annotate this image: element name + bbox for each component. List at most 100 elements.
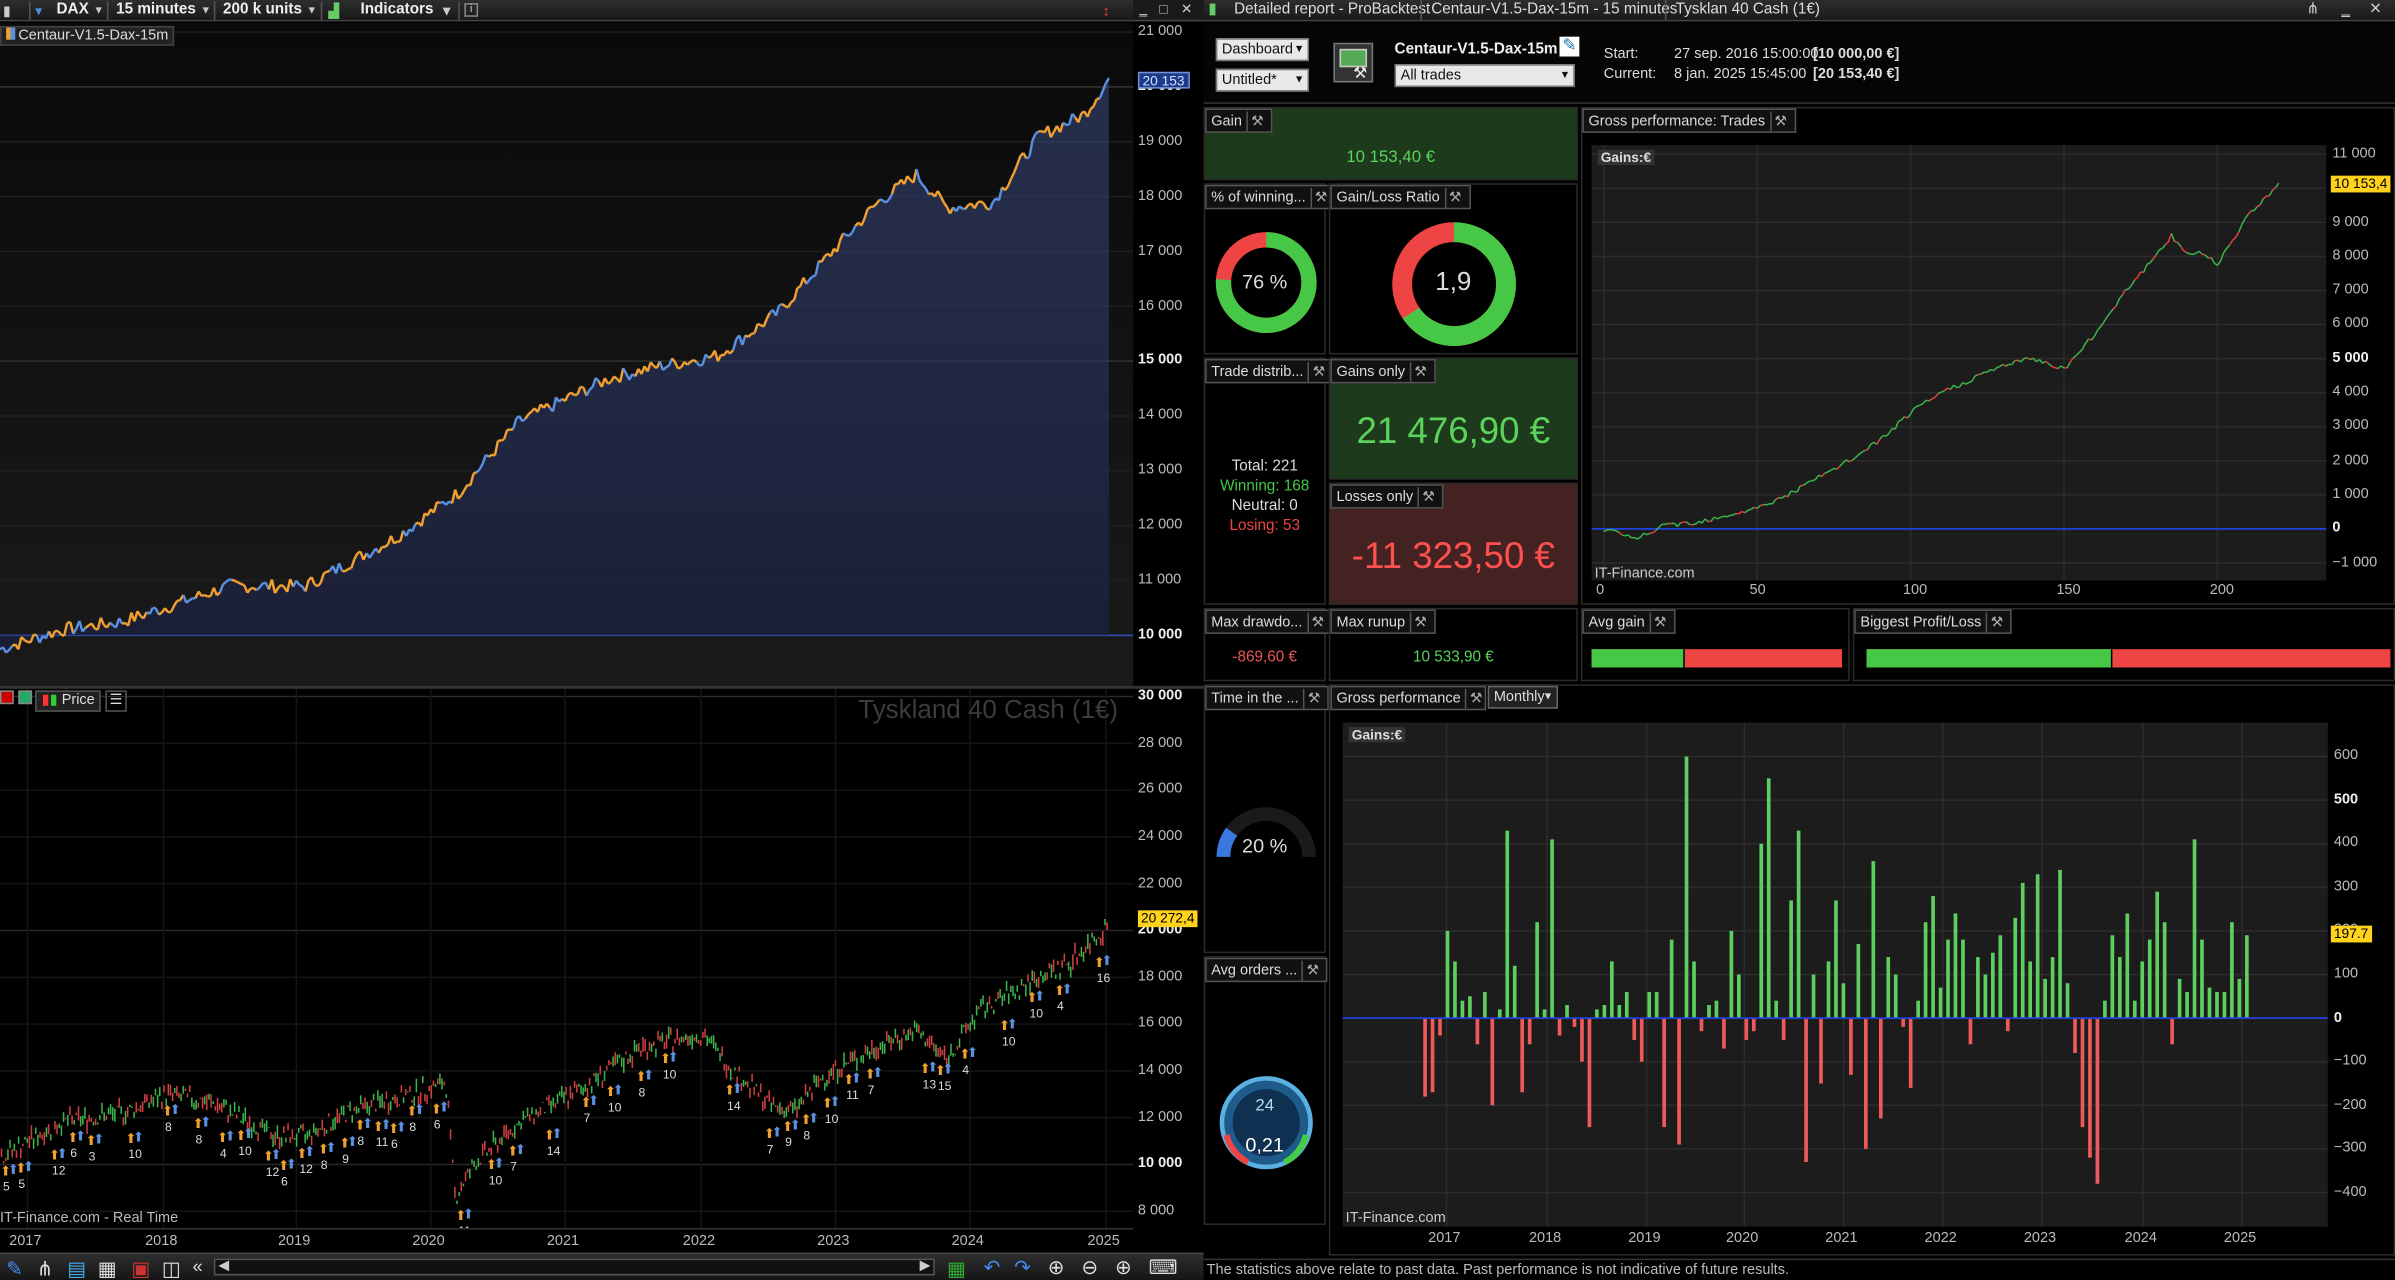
trade-arrows-icon[interactable]: ↕	[1103, 2, 1110, 20]
max-drawdown-value: -869,60 €	[1232, 649, 1297, 666]
avg-gain-header[interactable]: Avg gain ⚒	[1582, 609, 1676, 634]
chart-type-icon[interactable]: ▾	[35, 2, 42, 20]
wrench-icon[interactable]: ⚒	[1417, 487, 1438, 508]
keyboard-icon[interactable]: ⌨	[1149, 1256, 1178, 1280]
equity-trade-segment	[1821, 472, 1826, 477]
strategy-settings-icon[interactable]: ⚒	[1333, 42, 1374, 83]
gain-loss-panel-header[interactable]: Gain/Loss Ratio ⚒	[1330, 184, 1471, 210]
redo-icon[interactable]: ↷	[1014, 1256, 1031, 1280]
wrench-icon[interactable]: ⚒	[1308, 362, 1328, 382]
wrench-icon[interactable]: ⚒	[1246, 111, 1266, 132]
equity-trade-segment	[2201, 253, 2206, 256]
gain-panel-header[interactable]: Gain ⚒	[1205, 108, 1273, 133]
price-chart-area[interactable]: ⬆ ⬆ 5 ⬆ ⬆ 5 ⬆ ⬆ 12 ⬆ ⬆ 6 ⬆ ⬆ 3 ⬆ ⬆ 10 ⬆ ⬆ 8 ⬆ ⬆ 8 ⬆ ⬆ 4 ⬆ ⬆ 10 ⬆ ⬆ 12 ⬆ ⬆ 6…	[0, 688, 1134, 1229]
strategy-tab[interactable]: Centaur-V1.5-Dax-15m - 15 minutes	[1420, 0, 1677, 20]
wrench-icon[interactable]: ⚒	[1444, 187, 1464, 208]
losses-only-header[interactable]: Losses only ⚒	[1330, 484, 1444, 509]
symbol-dropdown[interactable]: DAX ▼	[57, 2, 104, 20]
interval-dropdown[interactable]: 15 minutes ▼	[116, 2, 211, 20]
share-icon[interactable]: ⋔	[2306, 0, 2319, 20]
wrench-icon[interactable]: ⚒	[1409, 612, 1430, 633]
wrench-icon[interactable]: ⚒	[1310, 187, 1330, 208]
maximize-icon[interactable]: □	[1159, 0, 1167, 18]
scroll-left-icon[interactable]: «	[192, 1256, 202, 1277]
price-y-axis[interactable]: 30 000 28 000 26 000 24 000 22 000 20 000 18 0…	[1133, 687, 1204, 1229]
start-label: Start:	[1603, 45, 1639, 63]
close-icon[interactable]: ✕	[2369, 0, 2382, 20]
list-icon[interactable]: ☰	[104, 690, 128, 712]
wrench-icon[interactable]: ⚒	[1985, 612, 2006, 633]
gains-only-header[interactable]: Gains only ⚒	[1330, 358, 1436, 384]
gross-monthly-header[interactable]: Gross performance ⚒	[1330, 685, 1487, 711]
wrench-icon[interactable]: ⚒	[1301, 960, 1322, 981]
winning-panel-header[interactable]: % of winning... ⚒	[1205, 184, 1337, 210]
losses-only-title: Losses only	[1336, 488, 1414, 506]
wrench-icon[interactable]: ⚒	[1409, 362, 1430, 382]
time-in-market-header[interactable]: Time in the ... ⚒	[1205, 685, 1330, 711]
panel-settings-icon[interactable]	[17, 690, 32, 705]
scroll-right-arrow-icon[interactable]: ▶	[920, 1257, 931, 1274]
minimize-icon[interactable]: ‗	[2342, 0, 2350, 20]
zoom-out-icon[interactable]: ⊖	[1081, 1256, 1098, 1280]
wrench-icon[interactable]: ⚒	[1303, 688, 1323, 709]
view-select[interactable]: Dashboard ▼	[1215, 38, 1309, 62]
monthly-bar	[1766, 778, 1771, 1019]
timeline-scrollbar[interactable]: ◀ ▶	[213, 1257, 935, 1276]
zoom-in-icon[interactable]: ⊕	[1115, 1256, 1132, 1280]
gross-trades-plot[interactable]: Gains:€ IT-Finance.com	[1591, 145, 2327, 582]
trade-distribution-header[interactable]: Trade distrib... ⚒	[1205, 358, 1335, 384]
zoom-icon[interactable]: ⊕	[1048, 1256, 1065, 1280]
camera-icon[interactable]: ◫	[162, 1257, 181, 1280]
equity-segment	[488, 453, 493, 458]
max-runup-header[interactable]: Max runup ⚒	[1330, 609, 1436, 634]
equity-y-axis[interactable]: 21 00020 00019 00018 00017 00016 00015 0…	[1133, 22, 1204, 686]
edit-icon[interactable]: ✎	[1559, 36, 1580, 57]
indicators-button[interactable]: Indicators	[360, 2, 433, 20]
equity-indicator-label[interactable]: Centaur-V1.5-Dax-15m	[0, 25, 175, 46]
close-panel-icon[interactable]	[0, 690, 14, 705]
time-axis[interactable]: 2017 2018 2019 2020 2021 2022 2023 2024 2025	[0, 1228, 1134, 1253]
monthly-bar	[1886, 957, 1891, 1019]
backtest-icon[interactable]: ▣	[131, 1257, 150, 1280]
undo-icon[interactable]: ↶	[984, 1256, 1001, 1280]
period-label: Monthly	[1493, 688, 1545, 706]
indicators-dropdown-icon[interactable]: ▼	[440, 2, 454, 20]
pencil-icon[interactable]: ✎	[6, 1257, 23, 1280]
x-tick-label: 2021	[546, 1232, 580, 1250]
avg-gain-bar	[1591, 649, 1843, 668]
equity-trade-segment	[1802, 482, 1807, 486]
biggest-header[interactable]: Biggest Profit/Loss ⚒	[1854, 609, 2013, 634]
wrench-icon[interactable]: ⚒	[1306, 612, 1327, 633]
indicators-icon[interactable]: ▟	[328, 2, 339, 20]
gross-monthly-plot[interactable]: Gains:€ IT-Finance.com	[1342, 722, 2328, 1227]
monthly-bar	[2230, 922, 2234, 1019]
scroll-left-arrow-icon[interactable]: ◀	[218, 1257, 229, 1274]
equity-chart-area[interactable]: Centaur-V1.5-Dax-15m	[0, 22, 1134, 686]
monthly-bar	[1834, 900, 1838, 1019]
avg-orders-header[interactable]: Avg orders ... ⚒	[1205, 957, 1328, 983]
units-dropdown[interactable]: 200 k units ▼	[223, 2, 317, 20]
gross-trades-header[interactable]: Gross performance: Trades ⚒	[1582, 108, 1796, 133]
trade-filter-select[interactable]: All trades ▼	[1394, 64, 1575, 88]
equity-segment	[240, 582, 245, 587]
instrument-tab[interactable]: Tysklan 40 Cash (1€)	[1664, 0, 1820, 20]
equity-trade-segment	[2143, 264, 2148, 273]
period-select[interactable]: Monthly ▼	[1487, 685, 1558, 709]
calendar-icon[interactable]: ▦	[947, 1257, 966, 1280]
wrench-icon[interactable]: ⚒	[1465, 688, 1485, 709]
max-drawdown-header[interactable]: Max drawdo... ⚒	[1205, 609, 1334, 634]
monthly-bar	[1505, 830, 1510, 1019]
sheet-icon[interactable]: ▦	[98, 1257, 117, 1280]
trade-label: 10	[489, 1173, 503, 1187]
share-icon[interactable]: ⋔	[37, 1257, 54, 1280]
wrench-icon[interactable]: ⚒	[1649, 612, 1669, 633]
wrench-icon[interactable]: ⚒	[1769, 111, 1790, 132]
minimize-icon[interactable]: ‗	[1139, 0, 1147, 18]
close-icon[interactable]: ✕	[1181, 0, 1193, 18]
equity-trade-segment	[1790, 490, 1795, 493]
layout-select[interactable]: Untitled* ▼	[1215, 68, 1309, 92]
info-icon[interactable]: i	[464, 3, 479, 17]
price-label-box[interactable]: ▮▮ Price	[35, 690, 101, 712]
menu-grip-icon[interactable]: ▮	[3, 2, 11, 20]
folder-icon[interactable]: ▤	[67, 1257, 86, 1280]
